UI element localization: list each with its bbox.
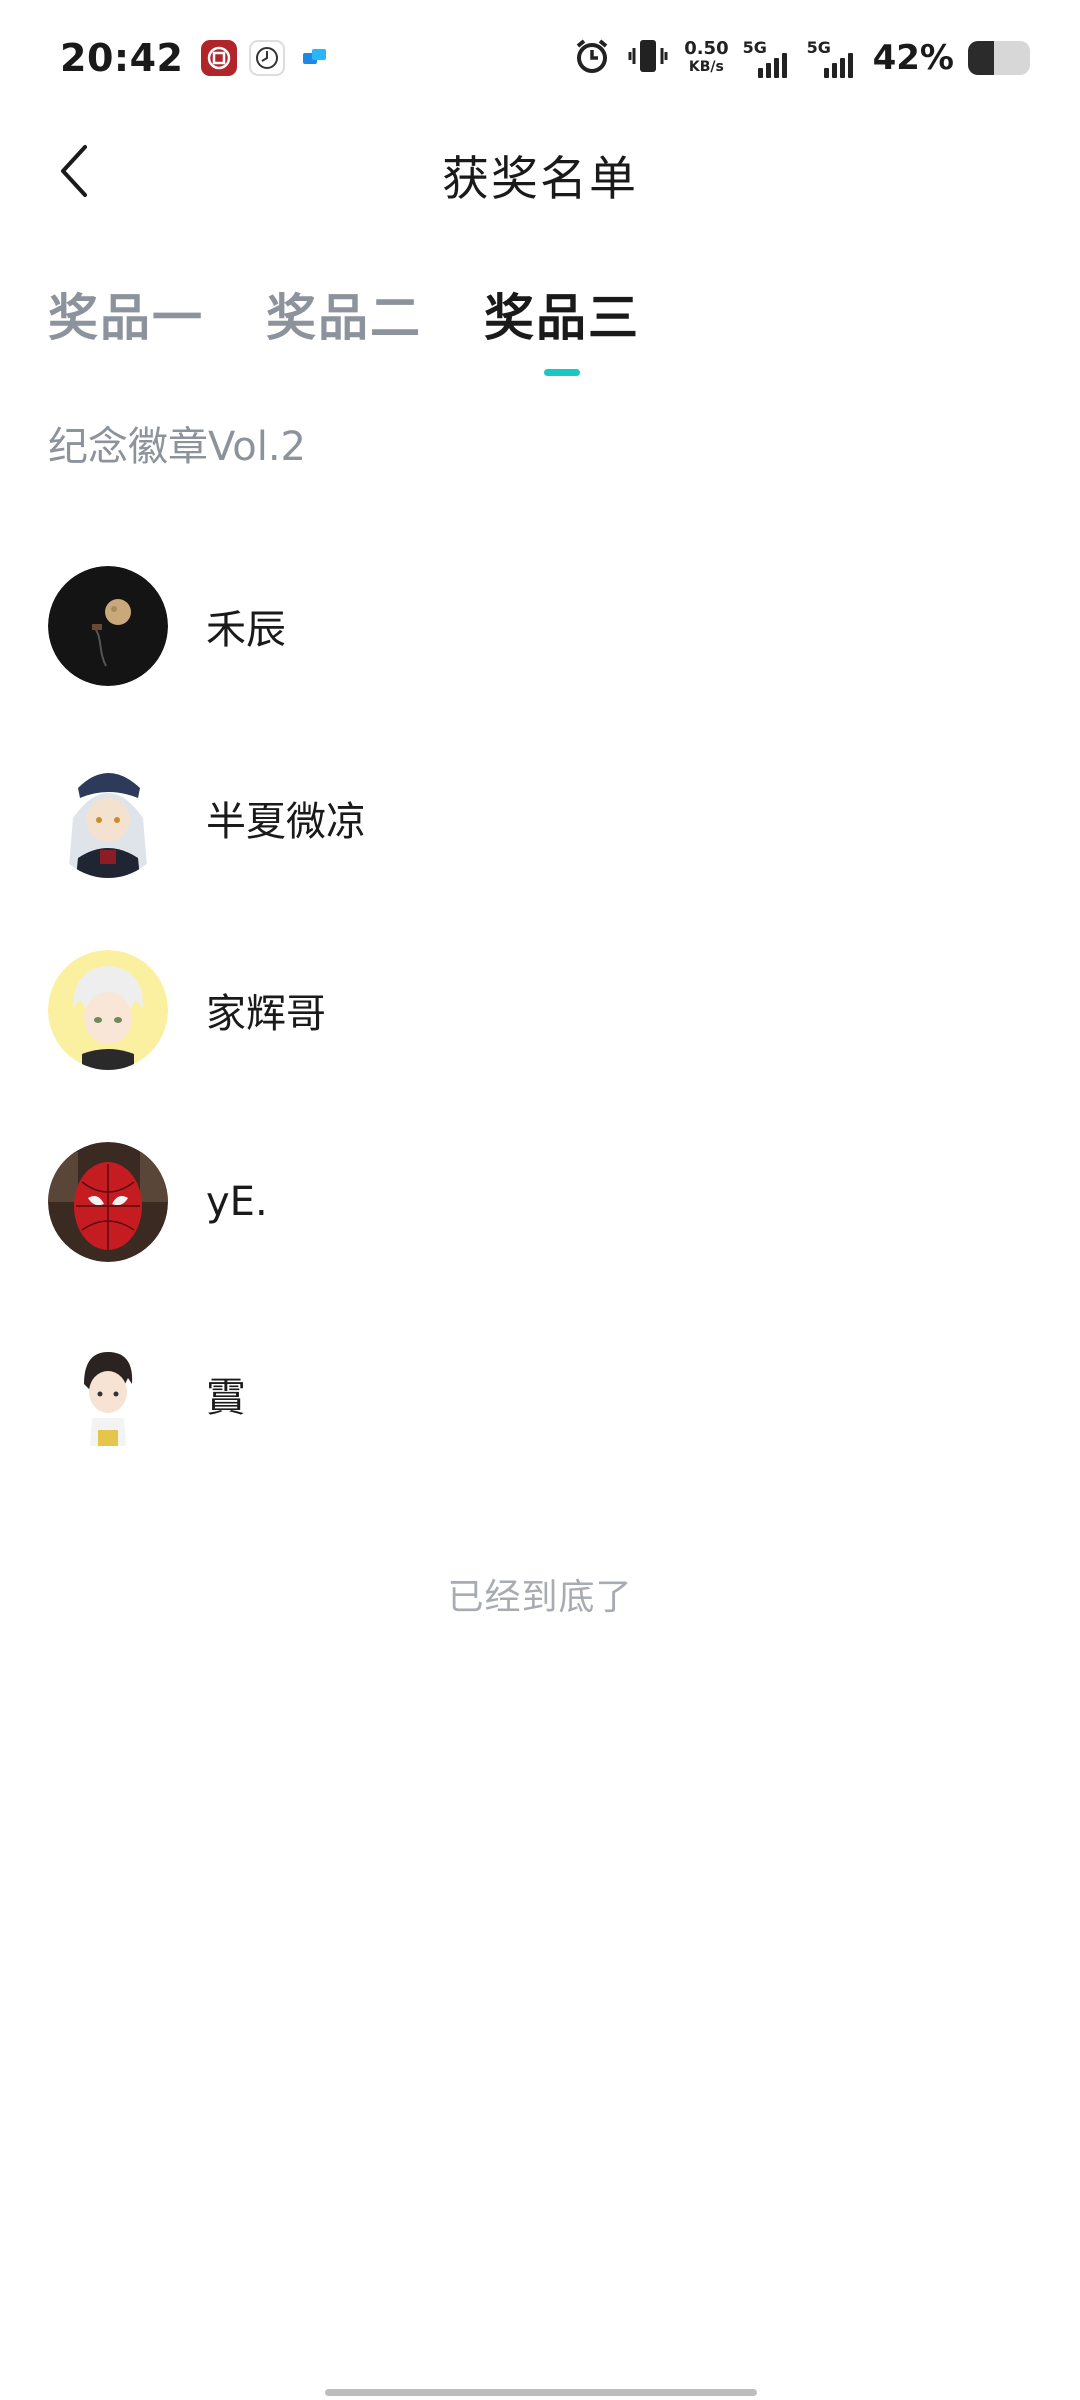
signal-icon-2: 5G xyxy=(807,38,859,78)
avatar xyxy=(48,950,168,1070)
screen: 20:42 0.50 KB/s 5G 5G 42% 获奖名单 奖品一 奖品二 奖… xyxy=(0,0,1080,2400)
battery-icon xyxy=(968,41,1030,75)
vibrate-icon xyxy=(626,36,670,80)
prize-tabs: 奖品一 奖品二 奖品三 xyxy=(48,278,640,376)
moon-dark-avatar xyxy=(48,566,168,686)
anime-boy-avatar xyxy=(48,1334,168,1454)
battery-fill xyxy=(968,41,995,75)
signal-icon-1: 5G xyxy=(743,38,793,78)
end-of-list-text: 已经到底了 xyxy=(447,1577,633,1618)
tab-label: 奖品三 xyxy=(484,289,640,347)
list-item[interactable]: 家辉哥 xyxy=(48,914,1032,1106)
status-time: 20:42 xyxy=(60,36,184,80)
page-title: 获奖名单 xyxy=(442,152,638,207)
tab-label: 奖品一 xyxy=(48,289,204,347)
list-item[interactable]: 霣 xyxy=(48,1298,1032,1490)
tab-prize-3[interactable]: 奖品三 xyxy=(484,278,640,376)
list-item[interactable]: 禾辰 xyxy=(48,530,1032,722)
list-item[interactable]: yE. xyxy=(48,1106,1032,1298)
net-speed-unit: KB/s xyxy=(688,59,724,75)
status-right: 0.50 KB/s 5G 5G 42% xyxy=(572,36,1030,80)
tab-prize-1[interactable]: 奖品一 xyxy=(48,278,204,376)
avatar xyxy=(48,566,168,686)
chat-app-icon xyxy=(297,40,334,76)
notification-icons xyxy=(201,40,334,76)
active-tab-indicator xyxy=(544,369,580,376)
net-speed-value: 0.50 xyxy=(684,38,729,59)
home-indicator[interactable] xyxy=(325,2389,757,2396)
winner-name: 家辉哥 xyxy=(206,991,326,1037)
winner-name: 半夏微凉 xyxy=(206,799,366,845)
prize-name: 纪念徽章Vol.2 xyxy=(48,424,307,470)
avatar xyxy=(48,758,168,878)
clock-app-icon xyxy=(249,40,286,76)
battery-percent: 42% xyxy=(872,38,954,78)
alarm-icon xyxy=(572,36,612,80)
signal-label-1: 5G xyxy=(742,38,767,57)
avatar xyxy=(48,1142,168,1262)
bank-app-icon xyxy=(201,40,238,76)
tab-prize-2[interactable]: 奖品二 xyxy=(266,278,422,376)
winner-name: 禾辰 xyxy=(206,607,286,653)
network-speed: 0.50 KB/s xyxy=(684,39,728,77)
winner-name: 霣 xyxy=(206,1375,246,1421)
status-bar: 20:42 0.50 KB/s 5G 5G 42% xyxy=(0,0,1080,116)
anime-boy-yellow-avatar xyxy=(48,950,168,1070)
winner-name: yE. xyxy=(206,1179,268,1225)
anime-girl-avatar xyxy=(48,758,168,878)
spiderman-avatar xyxy=(48,1142,168,1262)
tab-label: 奖品二 xyxy=(266,289,422,347)
header: 获奖名单 xyxy=(0,116,1080,226)
avatar xyxy=(48,1334,168,1454)
list-item[interactable]: 半夏微凉 xyxy=(48,722,1032,914)
signal-label-2: 5G xyxy=(806,38,831,57)
winner-list: 禾辰 半夏微凉 家辉哥 yE. 霣 xyxy=(48,530,1032,1490)
